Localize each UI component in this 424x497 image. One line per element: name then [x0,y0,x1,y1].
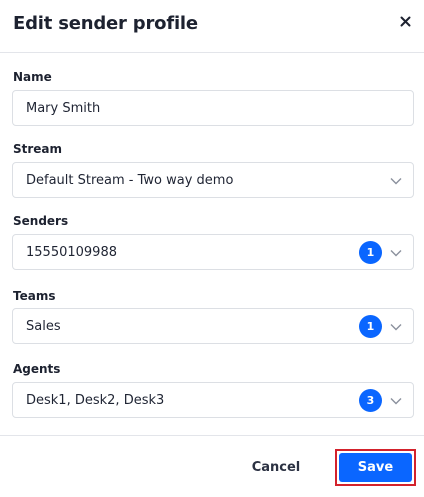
cancel-button[interactable]: Cancel [246,454,306,480]
agents-label: Agents [13,362,61,376]
senders-count-badge: 1 [359,241,382,264]
close-icon[interactable] [396,12,414,30]
teams-count-badge: 1 [359,315,382,338]
edit-sender-profile-dialog: Edit sender profile Name Stream Default … [0,0,424,497]
senders-label: Senders [13,214,69,228]
name-field-container [12,90,414,126]
stream-selected-value: Default Stream - Two way demo [26,173,234,188]
dialog-title: Edit sender profile [13,13,198,34]
name-input[interactable] [13,91,413,125]
chevron-down-icon [390,324,402,331]
dialog-header: Edit sender profile [0,0,424,53]
teams-label: Teams [13,289,56,303]
agents-count-badge: 3 [359,389,382,412]
agents-select[interactable]: Desk1, Desk2, Desk3 3 [12,382,414,418]
stream-label: Stream [13,142,63,156]
teams-select[interactable]: Sales 1 [12,308,414,344]
senders-selected-value: 15550109988 [26,245,117,260]
footer-divider [0,435,424,436]
chevron-down-icon [390,398,402,405]
name-label: Name [13,70,52,84]
senders-select[interactable]: 15550109988 1 [12,234,414,270]
chevron-down-icon [390,178,402,185]
agents-selected-value: Desk1, Desk2, Desk3 [26,393,165,408]
chevron-down-icon [390,250,402,257]
stream-select[interactable]: Default Stream - Two way demo [12,162,414,198]
teams-selected-value: Sales [26,319,61,334]
save-button[interactable]: Save [339,453,412,482]
